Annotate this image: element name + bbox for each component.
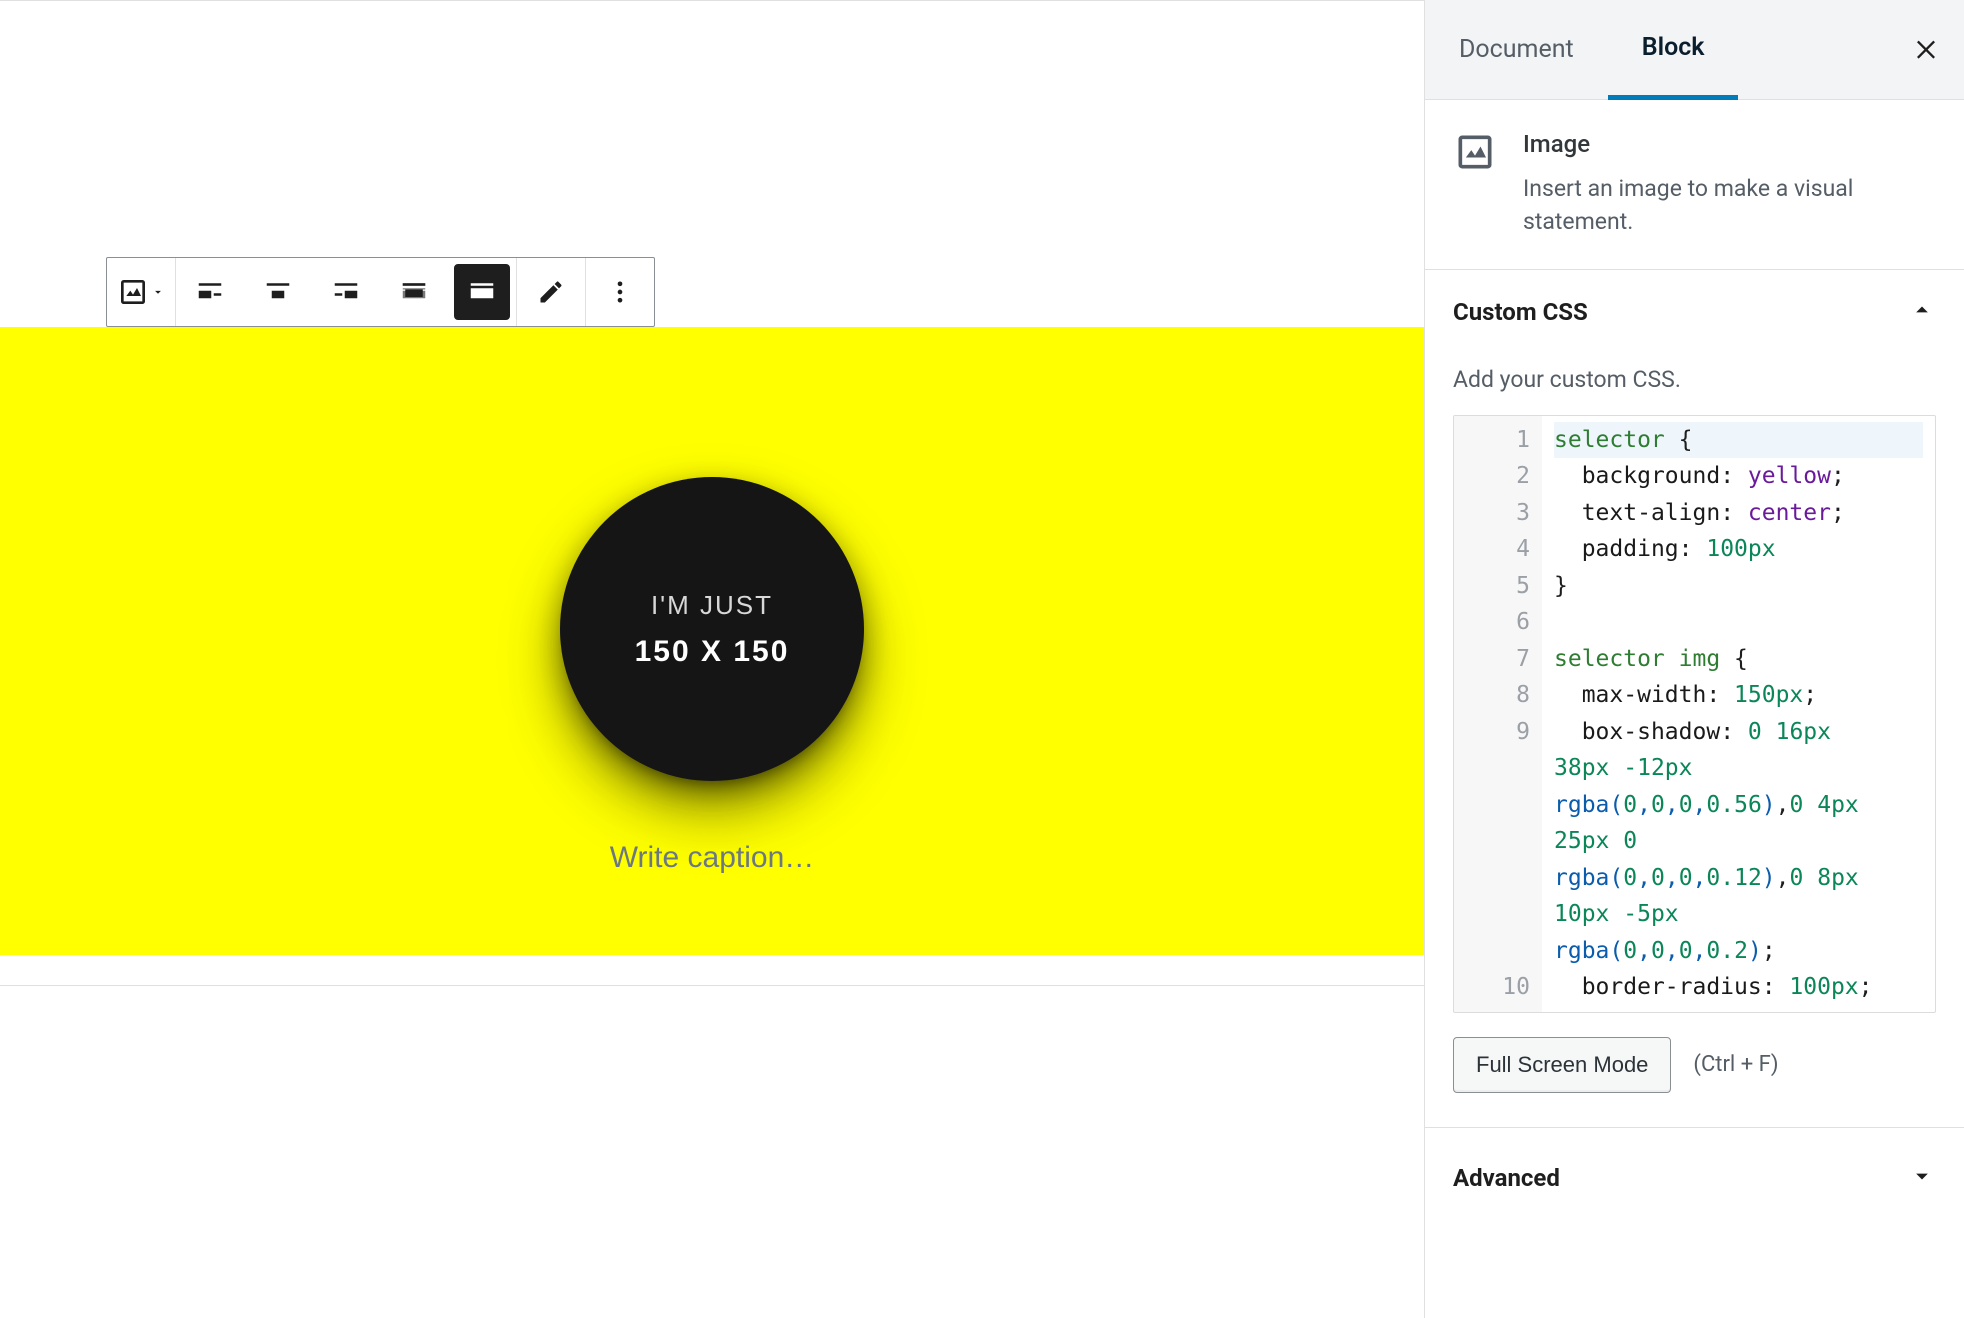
placeholder-image: I'M JUST 150 X 150 <box>560 477 864 781</box>
panel-hint: Add your custom CSS. <box>1453 366 1936 393</box>
align-center-icon <box>263 277 293 307</box>
image-caption-input[interactable] <box>512 841 912 875</box>
align-full-button[interactable] <box>454 264 510 320</box>
fullscreen-button[interactable]: Full Screen Mode <box>1453 1037 1671 1093</box>
block-title: Image <box>1523 130 1936 158</box>
panel-title: Custom CSS <box>1453 298 1588 326</box>
block-description: Insert an image to make a visual stateme… <box>1523 172 1936 239</box>
image-icon <box>1453 130 1497 174</box>
editor-canvas[interactable]: I'M JUST 150 X 150 <box>0 0 1424 1318</box>
sidebar-tabs: Document Block <box>1425 0 1964 100</box>
code-body[interactable]: selector { background: yellow; text-alig… <box>1542 416 1935 1012</box>
image-icon <box>117 276 149 308</box>
align-center-button[interactable] <box>244 258 312 326</box>
css-code-editor[interactable]: 123456789 10 selector { background: yell… <box>1453 415 1936 1013</box>
align-left-button[interactable] <box>176 258 244 326</box>
custom-css-panel: Custom CSS Add your custom CSS. 12345678… <box>1425 270 1964 1128</box>
align-left-icon <box>195 277 225 307</box>
more-vertical-icon <box>606 278 634 306</box>
block-summary: Image Insert an image to make a visual s… <box>1425 100 1964 270</box>
image-block[interactable]: I'M JUST 150 X 150 <box>0 327 1424 955</box>
code-gutter: 123456789 10 <box>1454 416 1542 1012</box>
align-wide-button[interactable] <box>380 258 448 326</box>
panel-title: Advanced <box>1453 1164 1560 1192</box>
tab-document[interactable]: Document <box>1425 0 1608 99</box>
close-icon <box>1912 34 1940 62</box>
custom-css-toggle[interactable]: Custom CSS <box>1453 296 1936 328</box>
align-right-icon <box>331 277 361 307</box>
block-divider <box>0 985 1424 1005</box>
advanced-panel-toggle[interactable]: Advanced <box>1425 1128 1964 1228</box>
chevron-down-icon <box>151 285 165 299</box>
pencil-icon <box>537 278 565 306</box>
inspector-sidebar: Document Block Image Insert an image to … <box>1424 0 1964 1318</box>
chevron-up-icon <box>1908 296 1936 328</box>
placeholder-text-line2: 150 X 150 <box>635 635 790 669</box>
edit-image-button[interactable] <box>517 258 585 326</box>
more-options-button[interactable] <box>586 258 654 326</box>
close-sidebar-button[interactable] <box>1912 34 1940 66</box>
block-type-switcher[interactable] <box>107 258 175 326</box>
placeholder-text-line1: I'M JUST <box>651 590 773 621</box>
align-right-button[interactable] <box>312 258 380 326</box>
block-type-icon <box>1453 130 1497 174</box>
align-full-icon <box>467 277 497 307</box>
chevron-down-icon <box>1908 1162 1936 1194</box>
block-toolbar <box>106 257 655 327</box>
tab-block[interactable]: Block <box>1608 1 1739 100</box>
fullscreen-shortcut: (Ctrl + F) <box>1693 1052 1778 1077</box>
align-wide-icon <box>399 277 429 307</box>
